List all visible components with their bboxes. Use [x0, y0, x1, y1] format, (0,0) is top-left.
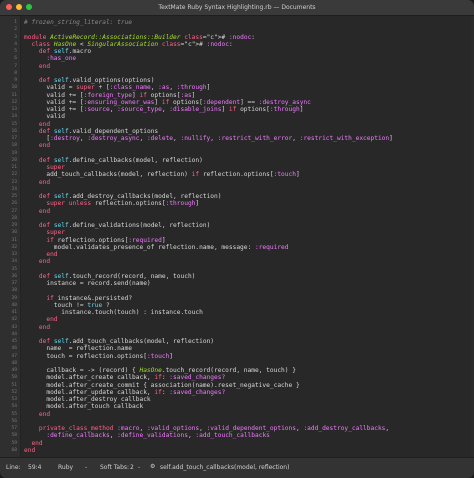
code-line-text: valid += [:foreign_type] if options[:as]	[24, 91, 196, 99]
code-line-text: super unless reflection.options[:through…	[46, 200, 200, 208]
chevron-down-icon: ⌄	[84, 464, 89, 470]
code-line[interactable]: end	[21, 63, 50, 71]
code-line-text: [:destroy, :destroy_async, :delete, :nul…	[24, 135, 393, 142]
code-line-text: # frozen_string_literal: true	[24, 19, 133, 26]
code-line-text: def self.define_validations(model, refle…	[38, 222, 211, 229]
code-line[interactable]: # frozen_string_literal: true	[21, 19, 132, 27]
code-line[interactable]: :define_callbacks, :define_validations, …	[21, 432, 270, 440]
soft-tabs-label[interactable]: Soft Tabs:	[100, 464, 129, 471]
code-line[interactable]: model.validates_presence_of reflection.n…	[21, 244, 289, 252]
code-line-text: super	[46, 229, 65, 237]
code-line[interactable]: end	[21, 324, 50, 332]
gear-icon[interactable]: ⚙	[150, 463, 155, 470]
code-line-text: model.after_update callback, if: :saved_…	[24, 388, 226, 396]
code-line-text: callback = -> (record) { HasOne.touch_re…	[24, 367, 296, 374]
code-line[interactable]: instance = record.send(name)	[21, 280, 151, 288]
code-line-text: valid	[24, 113, 65, 121]
code-line-text: def self.add_destroy_callbacks(model, re…	[38, 193, 222, 200]
code-line-text: model.validates_presence_of reflection.n…	[24, 243, 289, 251]
window-title: TextMate Ruby Syntax Highlighting.rb — D…	[158, 4, 316, 11]
line-number-gutter: 1 2 3 4 5 6 7 8 9 10 11 12 13 14 15 16 17 18 19 20 21 22 23 24 2…	[0, 16, 21, 457]
code-line-text: def self.touch_record(record, name, touc…	[38, 272, 196, 280]
code-line-text: end	[38, 258, 51, 266]
code-line-text: model.after_touch callback	[24, 403, 144, 411]
code-line-text: valid += [:source, :source_type, :disabl…	[24, 106, 304, 113]
code-line-text: instance.touch(touch) : instance.touch	[24, 309, 203, 316]
code-line-text: :has_one	[46, 55, 77, 63]
code-line-text: end	[38, 120, 51, 128]
editor-window: TextMate Ruby Syntax Highlighting.rb — D…	[0, 0, 474, 478]
code-line-text: module ActiveRecord::Associations::Build…	[24, 33, 256, 41]
code-line-text: end	[38, 207, 51, 215]
line-number: 60	[11, 447, 17, 453]
status-bar: Line: 59:4 Ruby ⌄ Soft Tabs: 2 ⌄ ⚙ self.…	[0, 457, 474, 478]
code-line-text: def self.macro	[38, 48, 92, 55]
code-line-text: touch = reflection.options[:touch]	[24, 352, 174, 360]
code-line-text: end	[38, 178, 51, 186]
code-line[interactable]: touch = reflection.options[:touch]	[21, 353, 173, 361]
code-line-text: end	[38, 62, 51, 70]
code-line[interactable]: end	[21, 258, 50, 266]
title-bar: TextMate Ruby Syntax Highlighting.rb — D…	[0, 0, 474, 16]
code-line-text: super	[46, 164, 65, 171]
code-line-text: end	[31, 439, 43, 447]
chevron-down-icon: ⌄	[137, 464, 142, 470]
code-line-text: def self.valid_dependent_options	[38, 127, 159, 135]
line-label: Line:	[6, 464, 21, 471]
code-line-text: end	[38, 323, 51, 331]
code-line[interactable]: [:destroy, :destroy_async, :delete, :nul…	[21, 135, 393, 143]
code-line-text: :define_callbacks, :define_validations, …	[46, 432, 270, 440]
soft-tabs-value[interactable]: 2	[130, 464, 134, 471]
code-line[interactable]: add_touch_callbacks(model, reflection) i…	[21, 171, 300, 179]
code-line-text: def self.add_touch_callbacks(model, refl…	[38, 338, 215, 345]
code-line-text: add_touch_callbacks(model, reflection) i…	[24, 171, 300, 179]
code-line-text: touch != true ?	[24, 301, 110, 309]
code-line-text: valid += [:ensuring_owner_was] if option…	[24, 98, 311, 106]
code-line-text: def self.valid_options(options)	[38, 77, 155, 84]
code-line-text: end	[46, 251, 58, 258]
code-line-text: instance = record.send(name)	[24, 280, 151, 287]
code-line-text: private_class_method :macro, :valid_opti…	[38, 425, 390, 432]
chevron-down-icon: ⌄	[270, 464, 275, 470]
code-line-text: end	[38, 142, 51, 150]
code-line-text: model.after_destroy callback	[24, 396, 151, 403]
code-area[interactable]: # frozen_string_literal: true module Acti…	[21, 16, 474, 457]
code-line[interactable]: end	[21, 447, 35, 455]
code-line[interactable]: end	[21, 411, 50, 419]
code-line-text: if instance&.persisted?	[46, 294, 133, 302]
code-editor[interactable]: 1 2 3 4 5 6 7 8 9 10 11 12 13 14 15 16 17 18 19 20 21 22 23 24 2…	[0, 16, 474, 457]
code-line-text: if reflection.options[:required]	[46, 236, 166, 244]
line-position[interactable]: 59:4	[28, 464, 41, 471]
code-line-text: def self.define_callbacks(model, reflect…	[38, 156, 203, 164]
code-line-text: end	[46, 316, 58, 324]
code-line-text: end	[38, 410, 51, 418]
code-line-text: end	[24, 446, 36, 454]
language-menu[interactable]: Ruby	[58, 464, 73, 471]
code-line-text: valid = super + [:class_name, :as, :thro…	[24, 84, 211, 92]
code-line-text: class HasOne < SingularAssociation class…	[31, 40, 233, 48]
code-line[interactable]: end	[21, 179, 50, 187]
code-line[interactable]: end	[21, 208, 50, 216]
code-line-text: name = reflection.name	[24, 345, 133, 353]
code-line-text: model.after_create_commit { association(…	[24, 381, 300, 389]
language-label: Ruby	[58, 464, 74, 471]
code-line-text: model.after_create callback, if: :saved_…	[24, 374, 226, 382]
code-line[interactable]: end	[21, 142, 50, 150]
